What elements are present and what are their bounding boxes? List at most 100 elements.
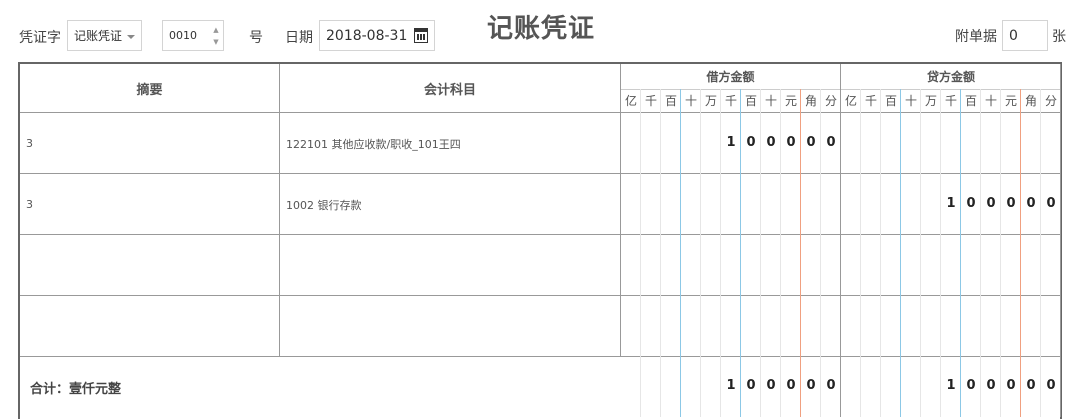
debit-digit: 0	[826, 135, 836, 150]
credit-unit-header: 百	[884, 94, 897, 108]
debit-digit: 1	[726, 135, 736, 150]
amount-grid-line	[1020, 89, 1021, 417]
column-header-summary: 摘要	[20, 64, 280, 112]
amount-grid-line	[660, 89, 661, 417]
voucher-number-stepper[interactable]: 0010 ▲ ▼	[162, 20, 224, 51]
attachments-input[interactable]: 0	[1002, 20, 1048, 51]
amount-grid-line	[1060, 64, 1061, 417]
credit-unit-header: 亿	[844, 94, 857, 108]
voucher-type-value: 记账凭证	[74, 29, 123, 43]
stepper-arrows-icon[interactable]: ▲ ▼	[211, 24, 221, 50]
debit-unit-header: 十	[684, 94, 697, 108]
voucher-table: 摘要 会计科目 借方金额 贷方金额 3 122101 其他应收款/职收_101王四…	[18, 62, 1062, 419]
credit-digit: 0	[1046, 196, 1056, 211]
credit-unit-header: 分	[1044, 94, 1057, 108]
summary-cell[interactable]	[20, 235, 280, 296]
page-title: 记账凭证	[487, 14, 596, 44]
debit-unit-header: 亿	[624, 94, 637, 108]
date-value: 2018-08-31	[326, 27, 408, 44]
date-label: 日期	[285, 30, 313, 46]
column-header-account: 会计科目	[280, 64, 621, 112]
attachments-unit-label: 张	[1052, 29, 1066, 45]
amount-grid-line	[920, 89, 921, 417]
total-credit-digit: 0	[1006, 378, 1016, 393]
total-debit-digit: 1	[726, 378, 736, 393]
amount-grid-line	[680, 89, 681, 417]
total-credit-digit: 0	[966, 378, 976, 393]
debit-unit-header: 元	[784, 94, 797, 108]
debit-unit-header: 千	[644, 94, 657, 108]
total-credit-digit: 0	[986, 378, 996, 393]
calendar-icon[interactable]	[414, 28, 428, 43]
debit-digit: 0	[766, 135, 776, 150]
credit-unit-header: 千	[864, 94, 877, 108]
amount-grid-line	[720, 89, 721, 417]
amount-grid-line	[860, 89, 861, 417]
summary-cell[interactable]	[20, 296, 280, 357]
debit-unit-header: 千	[724, 94, 737, 108]
amount-grid-line	[800, 89, 801, 417]
account-cell[interactable]	[280, 235, 621, 296]
column-header-debit-label: 借方金额	[706, 70, 755, 84]
total-label: 合计：壹仟元整	[30, 381, 122, 397]
chevron-down-icon	[127, 35, 135, 39]
total-debit-digit: 0	[746, 378, 756, 393]
total-debit-digit: 0	[786, 378, 796, 393]
debit-digit: 0	[786, 135, 796, 150]
column-header-debit: 借方金额	[621, 64, 841, 89]
amount-grid-line	[1040, 89, 1041, 417]
credit-unit-header: 万	[924, 94, 937, 108]
column-header-credit-label: 贷方金额	[926, 70, 975, 84]
amount-grid-line	[940, 89, 941, 417]
account-cell[interactable]	[280, 296, 621, 357]
credit-unit-header: 角	[1024, 94, 1037, 108]
summary-cell[interactable]: 3	[20, 113, 280, 174]
voucher-header: 凭证字 记账凭证 0010 ▲ ▼ 号 日期 2018-08-31 记账凭证 附单…	[0, 0, 1080, 62]
debit-unit-header: 分	[824, 94, 837, 108]
credit-unit-header: 百	[964, 94, 977, 108]
amount-grid-line	[980, 89, 981, 417]
amount-grid-line	[880, 89, 881, 417]
debit-digit: 0	[806, 135, 816, 150]
credit-unit-header: 十	[904, 94, 917, 108]
debit-unit-header: 万	[704, 94, 717, 108]
column-header-summary-label: 摘要	[136, 82, 163, 98]
debit-unit-header: 十	[764, 94, 777, 108]
amount-grid-line	[820, 89, 821, 417]
total-credit-digit: 0	[1046, 378, 1056, 393]
total-credit-digit: 0	[1026, 378, 1036, 393]
amount-grid-line	[780, 89, 781, 417]
column-header-credit: 贷方金额	[841, 64, 1061, 89]
attachments-label: 附单据	[955, 29, 997, 45]
column-header-account-label: 会计科目	[423, 82, 476, 98]
account-cell[interactable]: 1002 银行存款	[280, 174, 621, 235]
total-debit-digit: 0	[766, 378, 776, 393]
total-debit-digit: 0	[806, 378, 816, 393]
amount-grid-line	[760, 89, 761, 417]
credit-unit-header: 千	[944, 94, 957, 108]
credit-digit: 0	[986, 196, 996, 211]
amount-header-divider	[621, 89, 1061, 90]
credit-digit: 0	[1026, 196, 1036, 211]
account-cell[interactable]: 122101 其他应收款/职收_101王四	[280, 113, 621, 174]
total-credit-digit: 1	[946, 378, 956, 393]
voucher-type-label: 凭证字	[19, 30, 61, 46]
number-suffix-label: 号	[249, 30, 263, 46]
debit-digit: 0	[746, 135, 756, 150]
credit-unit-header: 元	[1004, 94, 1017, 108]
date-field[interactable]: 2018-08-31	[319, 20, 435, 51]
debit-unit-header: 百	[664, 94, 677, 108]
voucher-type-select[interactable]: 记账凭证	[67, 20, 142, 51]
attachments-value: 0	[1009, 27, 1018, 44]
amount-grid-line	[960, 89, 961, 417]
amount-grid-line	[1000, 89, 1001, 417]
summary-cell[interactable]: 3	[20, 174, 280, 235]
debit-unit-header: 角	[804, 94, 817, 108]
voucher-number-value: 0010	[169, 29, 197, 42]
credit-unit-header: 十	[984, 94, 997, 108]
debit-unit-header: 百	[744, 94, 757, 108]
amount-grid-line	[900, 89, 901, 417]
amount-grid-line	[840, 64, 841, 417]
amount-grid-line	[740, 89, 741, 417]
total-debit-digit: 0	[826, 378, 836, 393]
